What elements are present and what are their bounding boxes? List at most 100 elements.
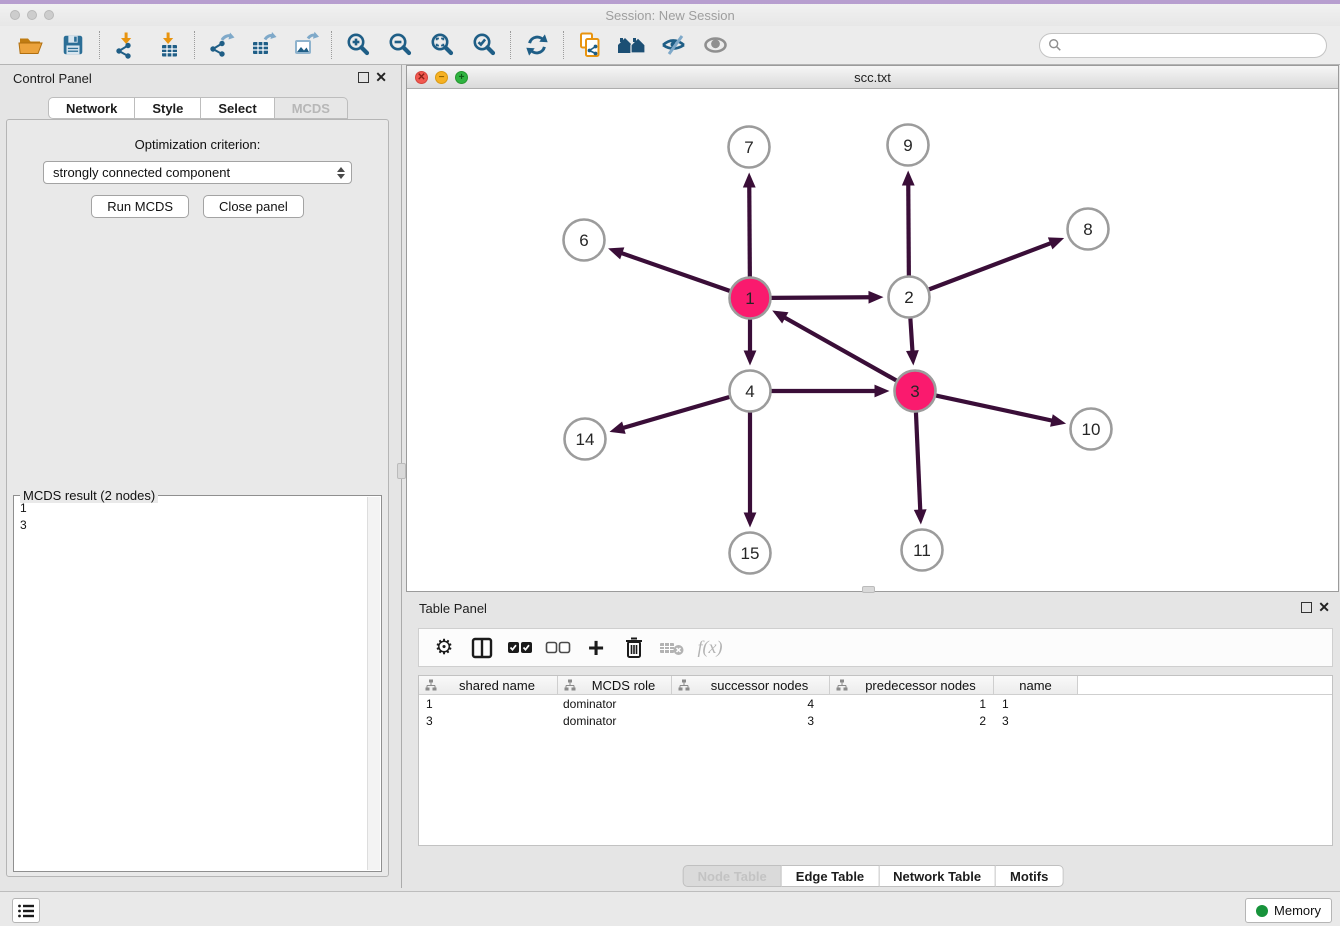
cell-MCDS-role[interactable]: dominator <box>558 714 672 728</box>
tab-node-table[interactable]: Node Table <box>683 865 782 887</box>
first-neighbors-button[interactable] <box>611 28 653 62</box>
horizontal-splitter-handle[interactable] <box>862 586 875 593</box>
open-file-icon <box>17 31 45 59</box>
import-network-button[interactable] <box>105 28 147 62</box>
edge-2-9[interactable] <box>908 183 909 275</box>
tab-select[interactable]: Select <box>201 97 274 119</box>
show-tasks-button[interactable] <box>12 898 40 923</box>
float-table-panel-icon[interactable] <box>1301 602 1312 613</box>
network-graph[interactable]: 7968124314101511 <box>407 90 1338 591</box>
column-label: successor nodes <box>690 678 829 693</box>
optimization-criterion-select[interactable]: strongly connected component <box>43 161 352 184</box>
export-network-button[interactable] <box>200 28 242 62</box>
node-label-4: 4 <box>745 382 754 401</box>
open-file-button[interactable] <box>10 28 52 62</box>
node-label-6: 6 <box>579 231 588 250</box>
edge-3-11[interactable] <box>916 412 920 511</box>
node-label-14: 14 <box>576 430 595 449</box>
delete-table-icon <box>659 639 685 657</box>
result-scrollbar[interactable] <box>367 497 380 870</box>
hide-details-icon <box>660 31 688 59</box>
node-table: shared nameMCDS role successor nodes prede… <box>418 675 1333 846</box>
edge-3-1[interactable] <box>784 317 897 381</box>
cell-predecessor-nodes[interactable]: 2 <box>830 714 994 728</box>
edge-arrowhead <box>743 172 756 187</box>
export-image-button[interactable] <box>284 28 326 62</box>
node-label-3: 3 <box>910 382 919 401</box>
header-filler <box>1078 676 1332 694</box>
tab-edge-table[interactable]: Edge Table <box>782 865 879 887</box>
close-table-panel-icon[interactable]: ✕ <box>1318 599 1330 615</box>
edge-arrowhead <box>875 385 890 398</box>
run-mcds-button[interactable]: Run MCDS <box>91 195 189 218</box>
cell-name[interactable]: 3 <box>994 714 1078 728</box>
column-header-MCDS-role[interactable]: MCDS role <box>558 676 672 694</box>
save-session-button[interactable] <box>52 28 94 62</box>
edge-1-7[interactable] <box>749 185 750 276</box>
toolbar-separator <box>331 31 332 59</box>
selected-criterion: strongly connected component <box>53 165 337 180</box>
tab-mcds[interactable]: MCDS <box>275 97 348 119</box>
import-table-button[interactable] <box>147 28 189 62</box>
cell-shared-name[interactable]: 3 <box>419 714 558 728</box>
close-panel-button[interactable]: Close panel <box>203 195 304 218</box>
memory-label: Memory <box>1274 903 1321 918</box>
cell-shared-name[interactable]: 1 <box>419 697 558 711</box>
zoom-in-button[interactable] <box>337 28 379 62</box>
cell-MCDS-role[interactable]: dominator <box>558 697 672 711</box>
network-canvas[interactable]: 7968124314101511 <box>407 90 1338 591</box>
edge-1-6[interactable] <box>620 253 729 291</box>
column-header-shared-name[interactable]: shared name <box>419 676 558 694</box>
unselect-all-columns-button[interactable] <box>539 631 577 665</box>
edge-2-3[interactable] <box>910 318 912 352</box>
function-builder-button[interactable]: f(x) <box>691 631 729 665</box>
tab-network-table[interactable]: Network Table <box>879 865 996 887</box>
column-header-predecessor-nodes[interactable]: predecessor nodes <box>830 676 994 694</box>
cell-successor-nodes[interactable]: 4 <box>672 697 830 711</box>
column-label: predecessor nodes <box>848 678 993 693</box>
node-label-8: 8 <box>1083 220 1092 239</box>
show-eye-button[interactable] <box>695 28 737 62</box>
column-type-icon <box>564 679 576 691</box>
function-builder-icon: f(x) <box>698 637 723 658</box>
cell-predecessor-nodes[interactable]: 1 <box>830 697 994 711</box>
edge-1-2[interactable] <box>771 297 870 298</box>
zoom-fit-button[interactable] <box>421 28 463 62</box>
tab-style[interactable]: Style <box>135 97 201 119</box>
table-row[interactable]: 3dominator323 <box>419 712 1332 729</box>
edge-4-14[interactable] <box>622 397 729 428</box>
hide-details-button[interactable] <box>653 28 695 62</box>
tab-motifs[interactable]: Motifs <box>996 865 1063 887</box>
search-box[interactable] <box>1039 33 1327 58</box>
float-panel-icon[interactable] <box>358 72 369 83</box>
edge-3-10[interactable] <box>936 396 1053 421</box>
node-label-15: 15 <box>741 544 760 563</box>
close-panel-icon[interactable]: ✕ <box>375 69 387 85</box>
delete-column-button[interactable] <box>615 631 653 665</box>
network-window-titlebar[interactable]: ✕ − + scc.txt <box>407 66 1338 89</box>
zoom-out-button[interactable] <box>379 28 421 62</box>
table-row[interactable]: 1dominator411 <box>419 695 1332 712</box>
search-input[interactable] <box>1067 35 1326 55</box>
add-column-button[interactable]: + <box>577 631 615 665</box>
mcds-result-text[interactable]: 1 3 <box>20 500 365 534</box>
node-label-7: 7 <box>744 138 753 157</box>
column-type-icon <box>678 679 690 691</box>
refresh-button[interactable] <box>516 28 558 62</box>
edge-2-8[interactable] <box>929 243 1052 290</box>
cell-name[interactable]: 1 <box>994 697 1078 711</box>
cell-successor-nodes[interactable]: 3 <box>672 714 830 728</box>
tab-network[interactable]: Network <box>48 97 135 119</box>
settings-gear-button[interactable]: ⚙ <box>425 631 463 665</box>
select-all-columns-button[interactable] <box>501 631 539 665</box>
zoom-selected-button[interactable] <box>463 28 505 62</box>
delete-table-button[interactable] <box>653 631 691 665</box>
duplicate-network-button[interactable] <box>569 28 611 62</box>
export-table-button[interactable] <box>242 28 284 62</box>
vertical-splitter-handle[interactable] <box>397 463 406 479</box>
column-header-name[interactable]: name <box>994 676 1078 694</box>
column-header-successor-nodes[interactable]: successor nodes <box>672 676 830 694</box>
column-layout-button[interactable] <box>463 631 501 665</box>
memory-button[interactable]: Memory <box>1245 898 1332 923</box>
delete-column-icon <box>623 636 645 660</box>
